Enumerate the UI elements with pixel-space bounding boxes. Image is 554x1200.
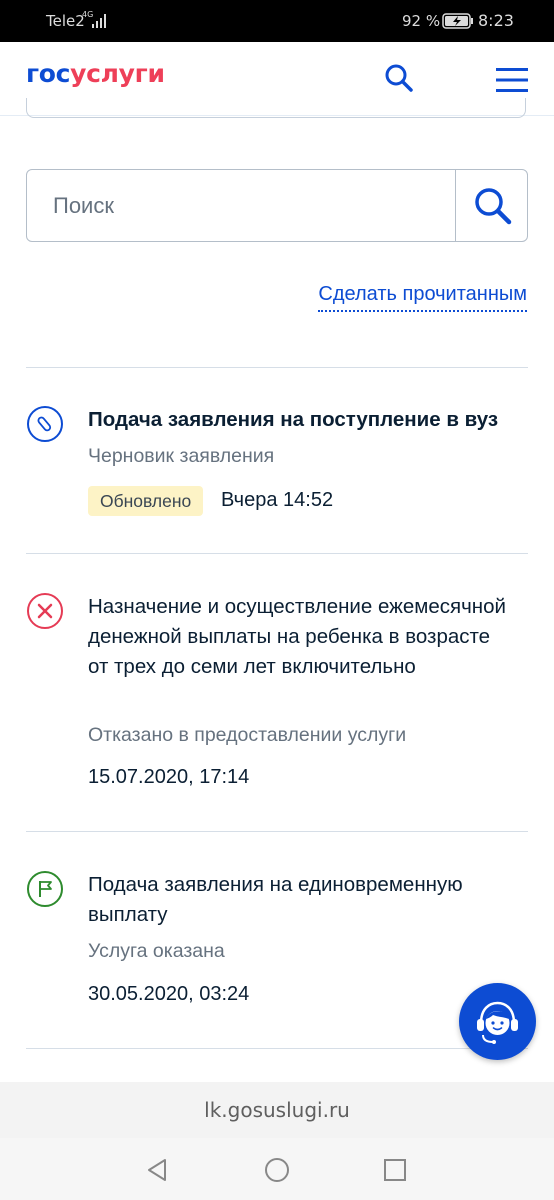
notification-title: Подача заявления на поступление в вуз: [88, 408, 499, 431]
back-triangle-icon[interactable]: [143, 1156, 171, 1184]
divider: [26, 367, 528, 368]
completed-flag-icon: [27, 871, 63, 907]
notification-date: Вчера 14:52: [221, 489, 334, 511]
notification-status: Черновик заявления: [88, 445, 275, 467]
previous-card-edge: [26, 98, 526, 118]
search-submit-button[interactable]: [455, 170, 527, 241]
carrier-name: Tele2: [46, 12, 85, 30]
browser-url-bar[interactable]: lk.gosuslugi.ru: [0, 1082, 554, 1138]
home-circle-icon[interactable]: [263, 1156, 291, 1184]
notification-item[interactable]: Назначение и осуществление ежемесячной д…: [26, 592, 528, 802]
search-icon: [475, 188, 512, 225]
divider: [26, 1048, 528, 1049]
notification-title: Подача заявления на единовременную выпла…: [88, 873, 463, 926]
logo-part-gos: гос: [26, 59, 71, 88]
support-chat-button[interactable]: [459, 983, 536, 1060]
search-input[interactable]: [27, 170, 455, 241]
divider: [26, 831, 528, 832]
signal-icon: [92, 14, 106, 28]
hamburger-menu-icon[interactable]: [496, 66, 528, 94]
notification-title: Назначение и осуществление ежемесячной д…: [88, 595, 506, 678]
search-box: [26, 169, 528, 242]
notification-item[interactable]: Подача заявления на единовременную выпла…: [26, 870, 528, 1020]
notification-status: Отказано в предоставлении услуги: [88, 724, 407, 746]
divider: [26, 553, 528, 554]
support-operator-icon: [477, 1001, 518, 1044]
notification-item[interactable]: Подача заявления на поступление в вуз Че…: [26, 405, 528, 525]
updated-badge: Обновлено: [88, 486, 204, 516]
mark-as-read-link[interactable]: Сделать прочитанным: [318, 283, 527, 312]
battery-percent: 92 %: [402, 12, 441, 30]
status-bar: Tele2 4G 92 % 8:23: [0, 0, 554, 42]
notification-date: 30.05.2020, 03:24: [88, 983, 250, 1005]
search-icon[interactable]: [383, 62, 415, 94]
notification-date: 15.07.2020, 17:14: [88, 766, 250, 788]
clock: 8:23: [478, 11, 514, 30]
recents-square-icon[interactable]: [381, 1156, 409, 1184]
rejected-x-icon: [27, 593, 63, 629]
notification-status: Услуга оказана: [88, 940, 225, 962]
system-nav-bar: [0, 1138, 554, 1200]
url-text: lk.gosuslugi.ru: [204, 1098, 350, 1122]
gosuslugi-logo[interactable]: госуслуги: [26, 59, 165, 88]
battery-icon: [442, 13, 473, 29]
paperclip-draft-icon: [27, 406, 63, 442]
logo-part-uslugi: услуги: [70, 59, 165, 88]
